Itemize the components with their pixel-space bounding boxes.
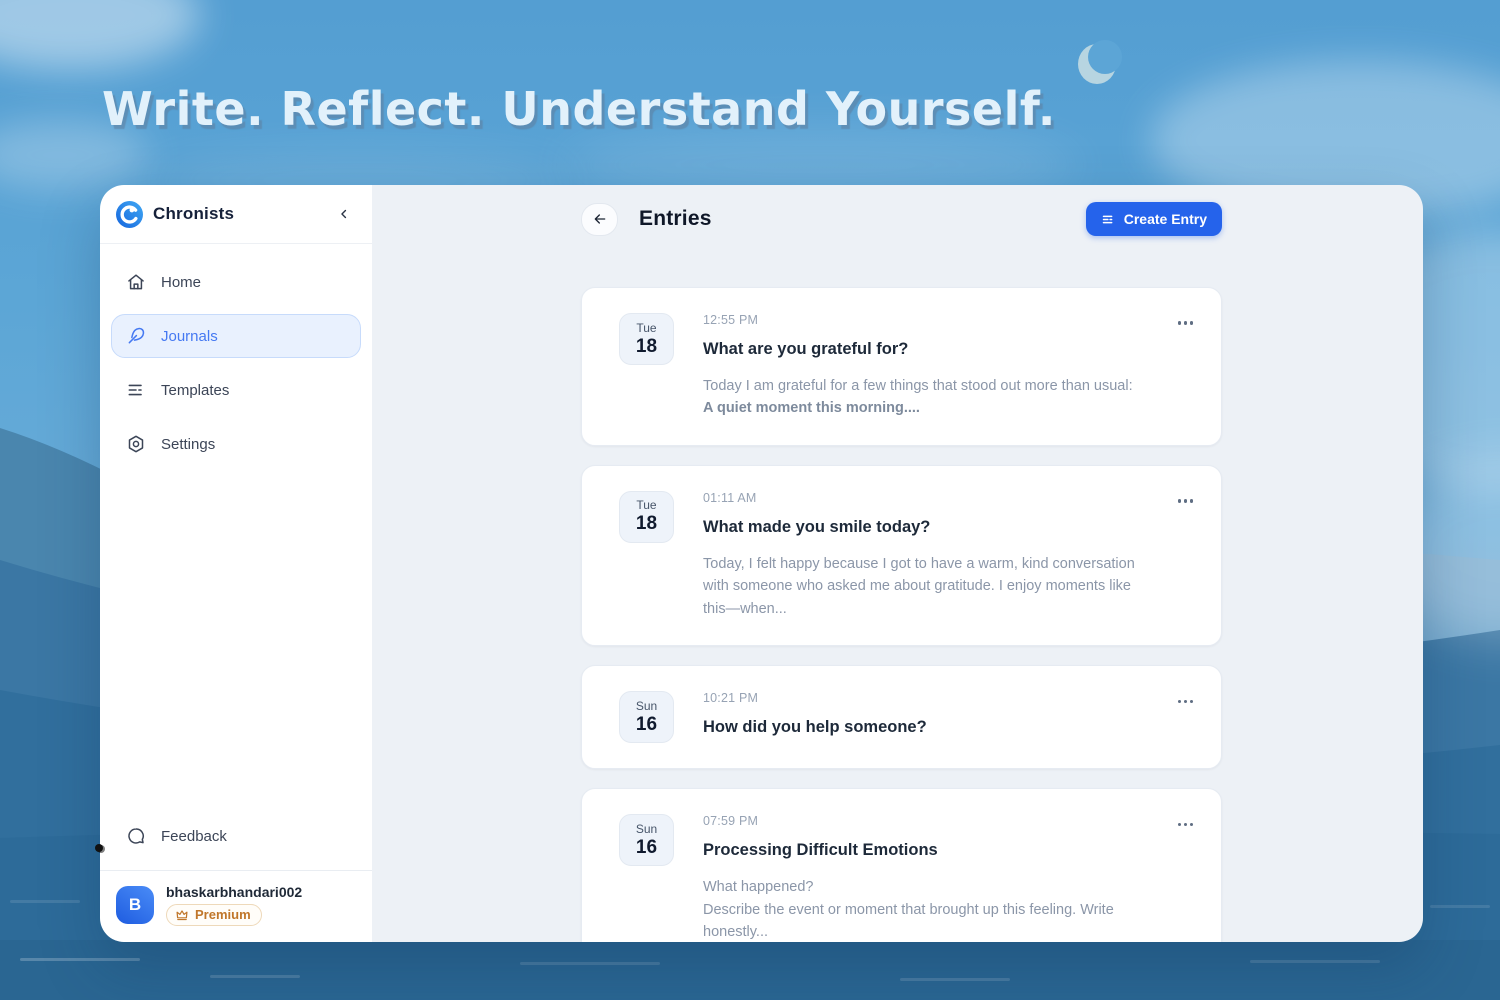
sidebar-nav: Home Journals Templates bbox=[100, 244, 372, 466]
entry-menu-button[interactable] bbox=[1171, 816, 1193, 832]
entry-title: What made you smile today? bbox=[703, 518, 1142, 537]
sidebar-item-label: Journals bbox=[161, 328, 218, 345]
entries-header: Entries Create Entry bbox=[581, 202, 1222, 236]
entry-preview-line: A quiet moment this morning.... bbox=[703, 397, 1142, 419]
entry-date: 18 bbox=[636, 513, 657, 535]
water-streak bbox=[520, 962, 660, 965]
entry-body: 07:59 PM Processing Difficult Emotions W… bbox=[703, 814, 1142, 942]
entry-date-badge: Sun 16 bbox=[619, 814, 674, 866]
entry-body: 12:55 PM What are you grateful for? Toda… bbox=[703, 313, 1142, 420]
template-lines-icon bbox=[126, 380, 146, 400]
premium-badge: Premium bbox=[166, 904, 262, 926]
back-button[interactable] bbox=[581, 203, 618, 236]
entry-card[interactable]: Tue 18 01:11 AM What made you smile toda… bbox=[581, 465, 1222, 646]
entry-day: Sun bbox=[636, 822, 657, 836]
entry-time: 01:11 AM bbox=[703, 491, 1142, 505]
chronists-logo-icon bbox=[116, 201, 143, 228]
water-streak bbox=[1430, 905, 1490, 908]
user-profile[interactable]: B bhaskarbhandari002 Premium bbox=[100, 870, 372, 942]
entry-preview-line: Today I am grateful for a few things tha… bbox=[703, 375, 1142, 397]
sidebar-item-templates[interactable]: Templates bbox=[111, 368, 361, 412]
entry-day: Sun bbox=[636, 699, 657, 713]
username: bhaskarbhandari002 bbox=[166, 884, 302, 900]
sidebar-item-label: Templates bbox=[161, 382, 229, 399]
sidebar-item-label: Home bbox=[161, 274, 201, 291]
entry-body: 01:11 AM What made you smile today? Toda… bbox=[703, 491, 1142, 620]
create-entry-button[interactable]: Create Entry bbox=[1086, 202, 1222, 236]
water-streak bbox=[10, 900, 80, 903]
entry-title: What are you grateful for? bbox=[703, 340, 1142, 359]
arrow-left-icon bbox=[592, 211, 608, 227]
sidebar-item-home[interactable]: Home bbox=[111, 260, 361, 304]
settings-icon bbox=[126, 434, 146, 454]
chevron-left-icon bbox=[337, 207, 351, 221]
entry-preview-line: Describe the event or moment that brough… bbox=[703, 899, 1142, 942]
sidebar-item-journals[interactable]: Journals bbox=[111, 314, 361, 358]
entry-preview: Today, I felt happy because I got to hav… bbox=[703, 553, 1142, 620]
mouse-cursor bbox=[95, 844, 103, 852]
main-content: Entries Create Entry Tue 18 12:55 bbox=[372, 185, 1423, 942]
entry-date-badge: Sun 16 bbox=[619, 691, 674, 743]
entry-time: 12:55 PM bbox=[703, 313, 1142, 327]
sidebar-item-label: Settings bbox=[161, 436, 215, 453]
entry-date: 18 bbox=[636, 336, 657, 358]
entry-title: How did you help someone? bbox=[703, 718, 1142, 737]
entry-card[interactable]: Sun 16 10:21 PM How did you help someone… bbox=[581, 665, 1222, 769]
entry-menu-button[interactable] bbox=[1171, 493, 1193, 509]
entry-date: 16 bbox=[636, 714, 657, 736]
entry-preview-line: What happened? bbox=[703, 876, 1142, 898]
entry-time: 10:21 PM bbox=[703, 691, 1142, 705]
app-name: Chronists bbox=[153, 204, 234, 224]
water-streak bbox=[1250, 960, 1380, 963]
entries-list: Tue 18 12:55 PM What are you grateful fo… bbox=[581, 287, 1222, 942]
entry-date-badge: Tue 18 bbox=[619, 491, 674, 543]
sidebar-item-label: Feedback bbox=[161, 828, 227, 845]
crescent-moon bbox=[1078, 44, 1116, 84]
avatar: B bbox=[116, 886, 154, 924]
hero-title: Write. Reflect. Understand Yourself. bbox=[102, 82, 1056, 136]
sidebar-spacer bbox=[100, 466, 372, 814]
sidebar-item-feedback[interactable]: Feedback bbox=[111, 814, 361, 858]
app-window: Chronists Home Journals bbox=[100, 185, 1423, 942]
entry-card[interactable]: Tue 18 12:55 PM What are you grateful fo… bbox=[581, 287, 1222, 446]
quill-icon bbox=[126, 326, 146, 346]
entry-body: 10:21 PM How did you help someone? bbox=[703, 691, 1142, 743]
entry-card[interactable]: Sun 16 07:59 PM Processing Difficult Emo… bbox=[581, 788, 1222, 942]
water-streak bbox=[210, 975, 300, 978]
entry-time: 07:59 PM bbox=[703, 814, 1142, 828]
create-entry-label: Create Entry bbox=[1124, 211, 1207, 227]
premium-label: Premium bbox=[195, 907, 251, 922]
sidebar: Chronists Home Journals bbox=[100, 185, 372, 942]
water-streak bbox=[20, 958, 140, 961]
entry-day: Tue bbox=[636, 498, 656, 512]
entry-preview: What happened? Describe the event or mom… bbox=[703, 876, 1142, 942]
page-title: Entries bbox=[639, 207, 712, 231]
feedback-bubble-icon bbox=[126, 826, 146, 846]
home-icon bbox=[126, 272, 146, 292]
entry-date: 16 bbox=[636, 837, 657, 859]
entry-title: Processing Difficult Emotions bbox=[703, 841, 1142, 860]
water-streak bbox=[900, 978, 1010, 981]
entry-date-badge: Tue 18 bbox=[619, 313, 674, 365]
entry-lines-icon bbox=[1101, 212, 1116, 227]
entry-menu-button[interactable] bbox=[1171, 693, 1193, 709]
sidebar-item-settings[interactable]: Settings bbox=[111, 422, 361, 466]
crown-icon bbox=[175, 908, 189, 922]
entry-menu-button[interactable] bbox=[1171, 315, 1193, 331]
entry-day: Tue bbox=[636, 321, 656, 335]
entry-preview-line: Today, I felt happy because I got to hav… bbox=[703, 553, 1142, 620]
page-background: Write. Reflect. Understand Yourself. Chr… bbox=[0, 0, 1500, 1000]
entry-preview: Today I am grateful for a few things tha… bbox=[703, 375, 1142, 420]
sidebar-header: Chronists bbox=[100, 185, 372, 244]
sidebar-collapse-button[interactable] bbox=[334, 204, 354, 224]
